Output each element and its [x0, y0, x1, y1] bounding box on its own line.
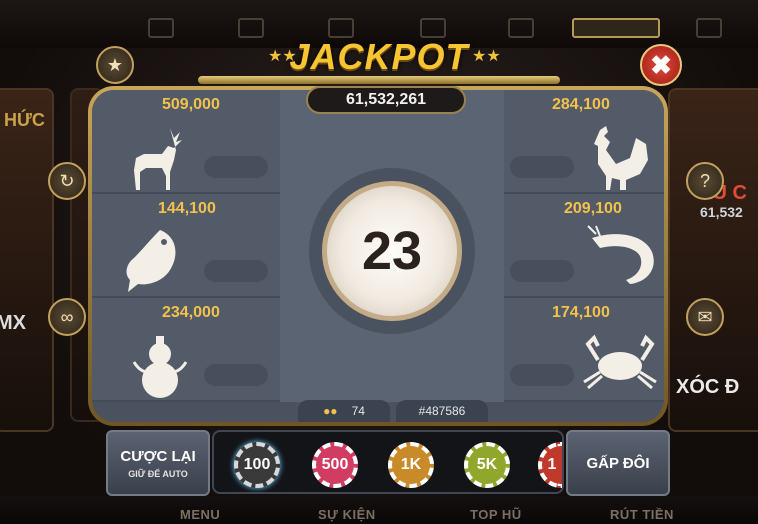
left-card-label: MX: [0, 312, 26, 334]
share-icon: ∞: [60, 306, 74, 327]
nav-withdraw[interactable]: RÚT TIỀN: [610, 507, 674, 522]
grid-icon[interactable]: [148, 18, 174, 38]
chip-label: 5K: [476, 456, 498, 473]
help-button[interactable]: ?: [686, 162, 724, 200]
bet-amount: 144,100: [158, 200, 216, 217]
dice-tab-icon[interactable]: [572, 18, 660, 38]
rebet-label: CƯỢC LẠI: [120, 447, 196, 465]
center-area: 23: [280, 90, 504, 402]
bet-cell-rooster[interactable]: 284,100: [504, 90, 664, 194]
bet-cell-crab[interactable]: 174,100: [504, 298, 664, 402]
players-value: 74: [351, 404, 365, 418]
bet-slot: [510, 156, 574, 178]
bottom-nav: MENU SỰ KIỆN TOP HŨ RÚT TIỀN: [0, 496, 758, 524]
jackpot-amount: 61,532,261: [306, 86, 466, 114]
chip-label: 500: [321, 456, 349, 473]
deer-icon: [134, 128, 182, 190]
help-icon: ?: [699, 170, 710, 191]
bet-slot: [204, 156, 268, 178]
betting-board: 509,000 144,100 234,000 23 ●● 74 #487586…: [92, 90, 664, 422]
fish-icon: [126, 230, 176, 292]
double-button[interactable]: GẤP ĐÔI: [566, 430, 670, 496]
shrimp-icon: [587, 225, 654, 284]
chat-icon: ✉: [697, 306, 713, 327]
jackpot-title: JACKPOT: [289, 36, 469, 77]
bet-cell-shrimp[interactable]: 209,100: [504, 194, 664, 298]
crab-icon: [583, 334, 657, 390]
bet-slot: [510, 364, 574, 386]
bet-slot: [204, 260, 268, 282]
history-icon: ↻: [59, 170, 75, 191]
nav-top-jackpot[interactable]: TOP HŨ: [470, 507, 522, 522]
star-button[interactable]: ★: [96, 46, 134, 84]
rooster-icon: [594, 126, 648, 190]
betting-panel: 509,000 144,100 234,000 23 ●● 74 #487586…: [88, 86, 668, 426]
close-icon: ✖: [650, 49, 672, 80]
bet-cell-gourd[interactable]: 234,000: [92, 298, 280, 402]
chip-label: 1: [547, 456, 557, 473]
countdown-number: 23: [361, 221, 423, 281]
right-card-amount: 61,532: [700, 204, 743, 220]
bet-amount: 284,100: [552, 96, 610, 113]
bet-amount: 174,100: [552, 304, 610, 321]
chip-5k[interactable]: 5K: [464, 442, 510, 488]
chip-selector: 100 500 1K 5K 1: [212, 430, 564, 494]
stars-right-icon: ★★: [472, 48, 501, 65]
share-button[interactable]: ∞: [48, 298, 86, 336]
jackpot-ribbon: [198, 76, 560, 84]
chip-label: 1K: [400, 456, 422, 473]
bet-cell-fish[interactable]: 144,100: [92, 194, 280, 298]
star-icon: ★: [106, 54, 124, 75]
left-card-title: HỨC: [4, 110, 45, 130]
rebet-button[interactable]: CƯỢC LẠI GIỮ ĐỂ AUTO: [106, 430, 210, 496]
jackpot-banner: ★★ JACKPOT ★★: [198, 28, 560, 94]
nav-events[interactable]: SỰ KIỆN: [318, 507, 376, 522]
left-game-card[interactable]: HỨC MX: [0, 88, 54, 432]
bet-amount: 209,100: [564, 200, 622, 217]
rebet-sublabel: GIỮ ĐỂ AUTO: [128, 468, 188, 479]
right-card-label: XÓC Đ: [676, 376, 740, 398]
bet-slot: [510, 260, 574, 282]
chat-button[interactable]: ✉: [686, 298, 724, 336]
countdown-plate: 23: [322, 181, 462, 321]
bet-cell-deer[interactable]: 509,000: [92, 90, 280, 194]
bet-amount: 234,000: [162, 304, 220, 321]
players-count: ●● 74: [298, 400, 390, 422]
players-icon: ●●: [323, 404, 338, 418]
cards-icon[interactable]: [696, 18, 722, 38]
right-game-card[interactable]: ẦU C 61,532 XÓC Đ: [668, 88, 758, 432]
bet-slot: [204, 364, 268, 386]
history-button[interactable]: ↻: [48, 162, 86, 200]
nav-menu[interactable]: MENU: [180, 507, 220, 522]
gourd-icon: [132, 336, 188, 398]
close-button[interactable]: ✖: [640, 44, 682, 86]
chip-1k[interactable]: 1K: [388, 442, 434, 488]
double-label: GẤP ĐÔI: [586, 454, 650, 472]
chip-partial[interactable]: 1: [538, 442, 562, 488]
chip-100[interactable]: 100: [234, 442, 280, 488]
session-id: #487586: [396, 400, 488, 422]
bet-amount: 509,000: [162, 96, 220, 113]
countdown-ring: 23: [309, 168, 475, 334]
chip-label: 100: [243, 456, 271, 473]
chip-500[interactable]: 500: [312, 442, 358, 488]
